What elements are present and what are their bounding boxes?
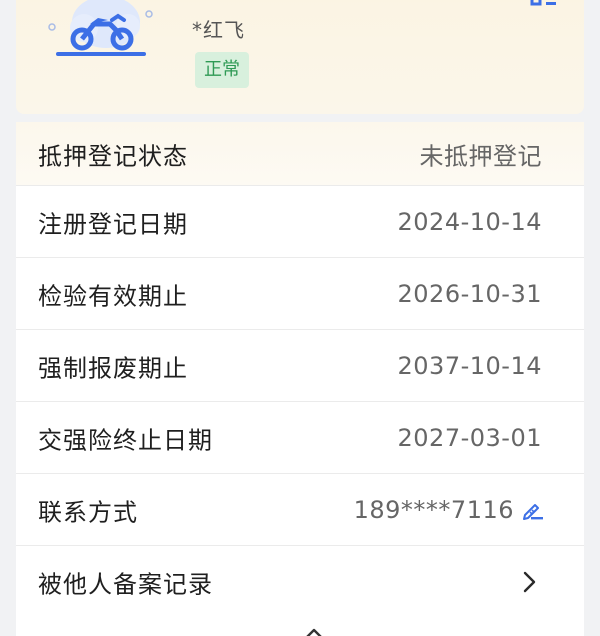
row-label: 注册登记日期: [38, 210, 188, 238]
row-value: 2027-03-01: [397, 423, 542, 452]
list-item-inspection-valid-until: 检验有效期止 2026-10-31: [16, 258, 584, 330]
row-value: 2024-10-14: [397, 207, 542, 236]
list-item-contact[interactable]: 联系方式 189****7116: [16, 474, 584, 546]
chevron-right-icon: [523, 571, 536, 592]
qr-code-icon[interactable]: [530, 0, 560, 6]
row-label: 检验有效期止: [38, 282, 188, 310]
row-label: 被他人备案记录: [38, 570, 213, 598]
list-item-registration-date: 注册登记日期 2024-10-14: [16, 186, 584, 258]
row-label: 强制报废期止: [38, 354, 188, 382]
list-item-scrap-deadline: 强制报废期止 2037-10-14: [16, 330, 584, 402]
row-value: 2026-10-31: [397, 279, 542, 308]
vehicle-info-list: 抵押登记状态 未抵押登记 注册登记日期 2024-10-14 检验有效期止 20…: [16, 122, 584, 618]
owner-name: *红飞: [192, 18, 245, 42]
row-label: 交强险终止日期: [38, 426, 213, 454]
row-value: 未抵押登记: [419, 142, 542, 170]
row-label: 抵押登记状态: [38, 142, 188, 170]
chevron-up-icon[interactable]: [302, 626, 326, 636]
list-item-mortgage-status: 抵押登记状态 未抵押登记: [16, 122, 584, 186]
vehicle-card: *红飞 正常: [16, 0, 584, 114]
list-item-filing-record[interactable]: 被他人备案记录: [16, 546, 584, 618]
status-badge: 正常: [195, 52, 249, 88]
motorcycle-icon: [48, 0, 153, 56]
list-item-insurance-end-date: 交强险终止日期 2027-03-01: [16, 402, 584, 474]
edit-pen-icon[interactable]: [520, 498, 544, 522]
row-value: 189****7116: [353, 495, 514, 524]
vehicle-detail-page: *红飞 正常 抵押登记状态 未抵押登记 注册登记日期 2024-10-14 检验…: [0, 0, 600, 636]
row-value: 2037-10-14: [397, 351, 542, 380]
row-label: 联系方式: [38, 498, 138, 526]
collapse-bar[interactable]: [16, 616, 584, 636]
